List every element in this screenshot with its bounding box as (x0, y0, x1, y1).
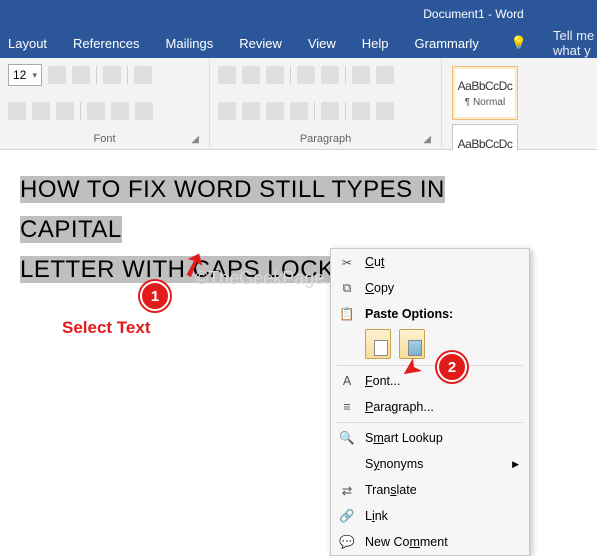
tab-references[interactable]: References (73, 36, 139, 51)
decrease-indent-icon[interactable] (297, 66, 315, 84)
line-spacing-icon[interactable] (321, 102, 339, 120)
ribbon-group-paragraph: Paragraph◢ (210, 58, 442, 149)
subscript-icon[interactable] (32, 102, 50, 120)
align-center-icon[interactable] (242, 102, 260, 120)
ctx-synonyms[interactable]: Synonyms▶ (331, 451, 529, 477)
tab-help[interactable]: Help (362, 36, 389, 51)
dialog-launcher-icon[interactable]: ◢ (423, 134, 431, 145)
align-right-icon[interactable] (266, 102, 284, 120)
dialog-launcher-icon[interactable]: ◢ (191, 134, 199, 145)
highlight-icon[interactable] (111, 102, 129, 120)
font-size-combo[interactable]: 12▾ (8, 64, 42, 86)
ribbon: 12▾ Font◢ (0, 58, 597, 150)
ctx-paragraph[interactable]: ≡Paragraph... (331, 394, 529, 420)
font-letter-icon: A (337, 374, 357, 388)
tab-mailings[interactable]: Mailings (166, 36, 214, 51)
sort-icon[interactable] (352, 66, 370, 84)
ctx-link[interactable]: 🔗Link (331, 503, 529, 529)
bulb-icon: 💡 (511, 35, 527, 51)
lookup-icon: 🔍 (337, 431, 357, 446)
ctx-copy[interactable]: ⧉Copy (331, 275, 529, 301)
style-normal[interactable]: AaBbCcDc ¶ Normal (452, 66, 518, 120)
paste-icon: 📋 (337, 307, 357, 322)
ctx-translate[interactable]: ⇄Translate (331, 477, 529, 503)
strike-icon[interactable] (8, 102, 26, 120)
align-left-icon[interactable] (218, 102, 236, 120)
shrink-font-icon[interactable] (72, 66, 90, 84)
cut-icon: ✂ (337, 255, 357, 270)
numbering-icon[interactable] (242, 66, 260, 84)
borders-icon[interactable] (376, 102, 394, 120)
tab-layout[interactable]: Layout (8, 36, 47, 51)
document-title: Document1 - Word (423, 7, 523, 21)
ctx-cut[interactable]: ✂Cut (331, 249, 529, 275)
copy-icon: ⧉ (337, 281, 357, 296)
clear-format-icon[interactable] (134, 66, 152, 84)
chevron-right-icon: ▶ (512, 459, 519, 470)
bullets-icon[interactable] (218, 66, 236, 84)
paste-keep-source-icon[interactable] (365, 329, 391, 359)
tell-me-input[interactable]: Tell me what y (553, 28, 597, 58)
ctx-font[interactable]: AFont... (331, 368, 529, 394)
translate-icon: ⇄ (337, 483, 357, 498)
paragraph-icon: ≡ (337, 400, 357, 414)
ctx-smart-lookup[interactable]: 🔍Smart Lookup (331, 425, 529, 451)
ribbon-group-styles: AaBbCcDc ¶ Normal AaBbCcDc ¶ No Spac... (442, 58, 597, 149)
multilevel-icon[interactable] (266, 66, 284, 84)
tab-review[interactable]: Review (239, 36, 282, 51)
grow-font-icon[interactable] (48, 66, 66, 84)
font-color-icon[interactable] (135, 102, 153, 120)
tab-view[interactable]: View (308, 36, 336, 51)
context-menu: ✂Cut ⧉Copy 📋Paste Options: AFont... ≡Par… (330, 248, 530, 556)
shading-icon[interactable] (352, 102, 370, 120)
annotation-text-1: Select Text (62, 318, 151, 338)
text-effects-icon[interactable] (87, 102, 105, 120)
tab-grammarly[interactable]: Grammarly (415, 36, 479, 51)
menu-bar: Layout References Mailings Review View H… (0, 28, 597, 58)
annotation-badge-2: 2 (437, 352, 467, 382)
group-label-font: Font◢ (8, 133, 201, 149)
title-bar: Document1 - Word (0, 0, 597, 28)
group-label-paragraph: Paragraph◢ (218, 133, 433, 149)
ctx-paste-options: 📋Paste Options: (331, 301, 529, 327)
link-icon: 🔗 (337, 509, 357, 524)
comment-icon: 💬 (337, 535, 357, 550)
annotation-badge-1: 1 (140, 281, 170, 311)
show-marks-icon[interactable] (376, 66, 394, 84)
increase-indent-icon[interactable] (321, 66, 339, 84)
justify-icon[interactable] (290, 102, 308, 120)
ribbon-group-font: 12▾ Font◢ (0, 58, 210, 149)
change-case-icon[interactable] (103, 66, 121, 84)
ctx-new-comment[interactable]: 💬New Comment (331, 529, 529, 555)
superscript-icon[interactable] (56, 102, 74, 120)
